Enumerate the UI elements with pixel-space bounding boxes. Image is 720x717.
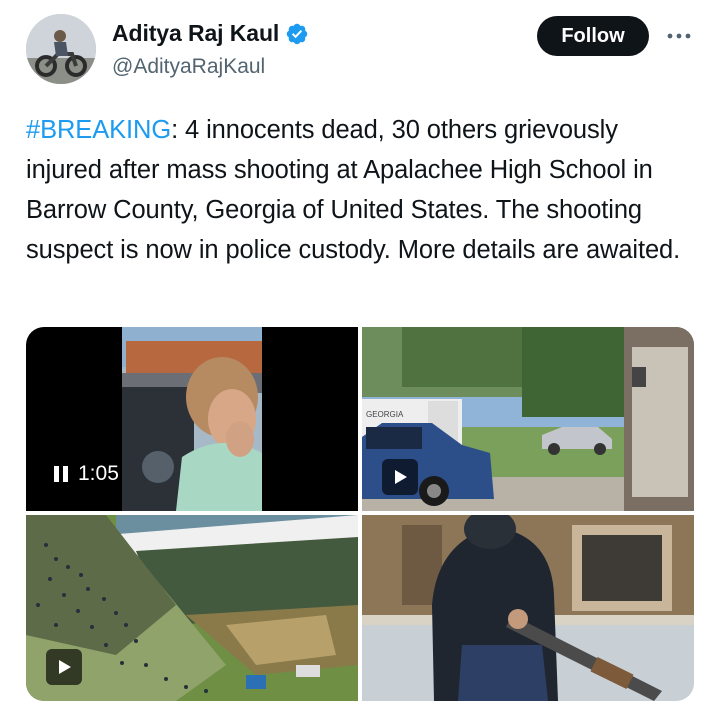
more-options-button[interactable] [664,24,694,48]
media-video-2[interactable]: GEORGIA [362,327,694,511]
video-duration: 1:05 [78,462,119,485]
play-button[interactable] [382,459,418,495]
play-icon [59,660,71,674]
media-video-3[interactable] [26,515,358,701]
photo-4-thumbnail [362,515,694,701]
author-handle[interactable]: @AdityaRajKaul [112,55,265,79]
author-name-row[interactable]: Aditya Raj Kaul [112,20,309,47]
media-grid: 1:05 GEORGIA [26,327,694,701]
play-icon [395,470,407,484]
avatar-image [26,14,96,84]
media-photo-4[interactable] [362,515,694,701]
hashtag-link[interactable]: #BREAKING [26,116,171,144]
play-button[interactable] [46,649,82,685]
pause-icon[interactable] [54,466,68,482]
author-display-name[interactable]: Aditya Raj Kaul [112,20,279,47]
truck-sign-text: GEORGIA [366,410,404,419]
more-icon [667,33,691,39]
verified-badge-icon [286,23,308,44]
avatar[interactable] [26,14,96,84]
video-duration-overlay[interactable]: 1:05 [44,457,129,491]
media-video-1[interactable]: 1:05 [26,327,358,511]
tweet-text: #BREAKING: 4 innocents dead, 30 others g… [26,110,696,270]
follow-button[interactable]: Follow [537,16,649,56]
